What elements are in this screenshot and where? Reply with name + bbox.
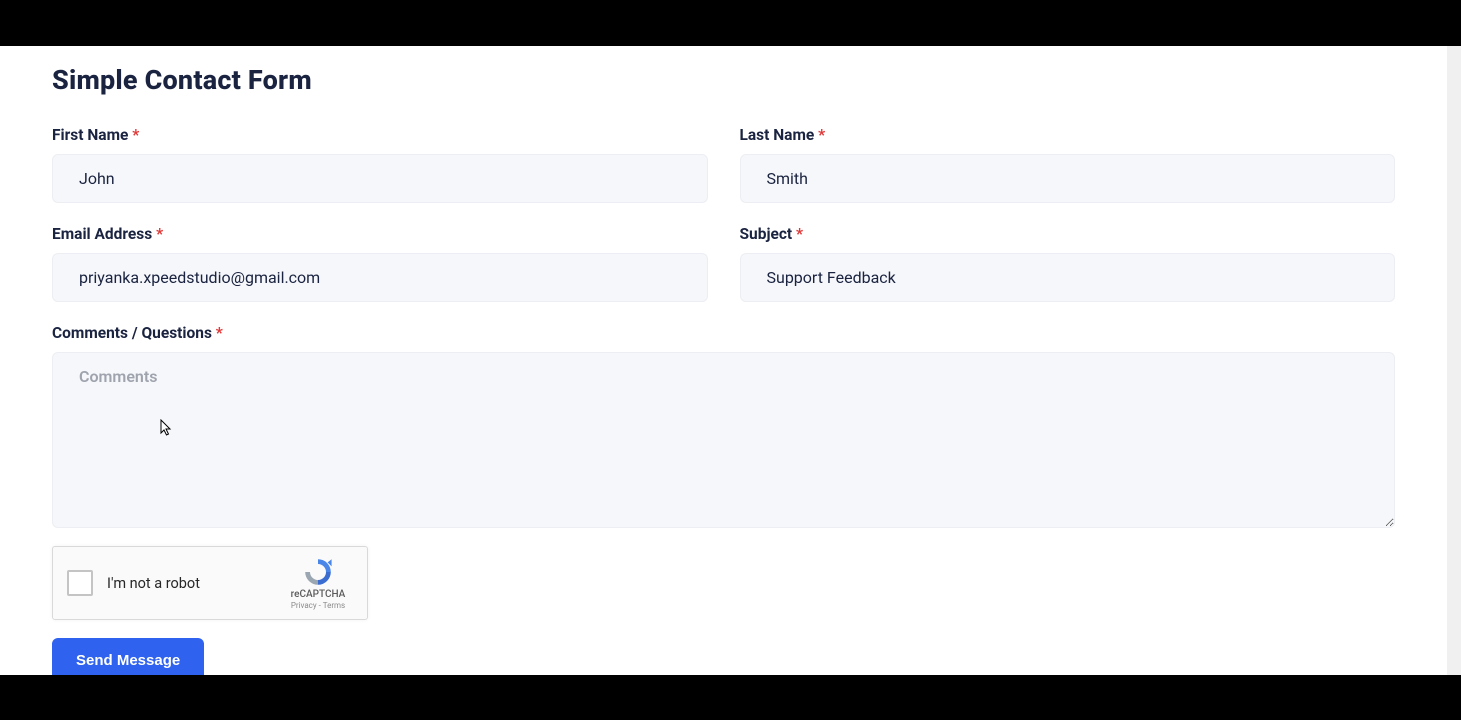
subject-label: Subject * <box>740 225 1396 243</box>
label-text: First Name <box>52 126 128 144</box>
recaptcha-brand: reCAPTCHA Privacy - Terms <box>283 556 353 610</box>
label-text: Subject <box>740 225 793 243</box>
email-label: Email Address * <box>52 225 708 243</box>
recaptcha-legal: Privacy - Terms <box>283 602 353 610</box>
vertical-scrollbar[interactable] <box>1447 46 1461 675</box>
recaptcha-checkbox[interactable] <box>67 570 93 596</box>
email-group: Email Address * <box>52 225 708 302</box>
first-name-label: First Name * <box>52 126 708 144</box>
comments-textarea[interactable] <box>52 352 1395 528</box>
first-name-input[interactable] <box>52 154 708 203</box>
required-marker: * <box>156 225 163 243</box>
required-marker: * <box>796 225 803 243</box>
required-marker: * <box>132 126 139 144</box>
recaptcha-icon <box>302 556 334 588</box>
recaptcha-widget: I'm not a robot reCAPTCHA Privacy - Term… <box>52 546 368 620</box>
recaptcha-label: I'm not a robot <box>107 575 283 592</box>
comments-group: Comments / Questions * <box>52 324 1395 532</box>
label-text: Email Address <box>52 225 152 243</box>
recaptcha-privacy-link[interactable]: Privacy <box>291 601 317 610</box>
label-text: Last Name <box>740 126 815 144</box>
email-input[interactable] <box>52 253 708 302</box>
last-name-input[interactable] <box>740 154 1396 203</box>
required-marker: * <box>818 126 825 144</box>
subject-input[interactable] <box>740 253 1396 302</box>
label-text: Comments / Questions <box>52 324 212 342</box>
content-panel: Simple Contact Form First Name * Last Na… <box>0 46 1447 675</box>
comments-label: Comments / Questions * <box>52 324 1395 342</box>
send-message-button[interactable]: Send Message <box>52 638 204 675</box>
last-name-label: Last Name * <box>740 126 1396 144</box>
page-title: Simple Contact Form <box>52 64 1395 96</box>
subject-group: Subject * <box>740 225 1396 302</box>
required-marker: * <box>216 324 223 342</box>
first-name-group: First Name * <box>52 126 708 203</box>
recaptcha-terms-link[interactable]: Terms <box>323 601 345 610</box>
recaptcha-brand-name: reCAPTCHA <box>283 590 353 600</box>
last-name-group: Last Name * <box>740 126 1396 203</box>
